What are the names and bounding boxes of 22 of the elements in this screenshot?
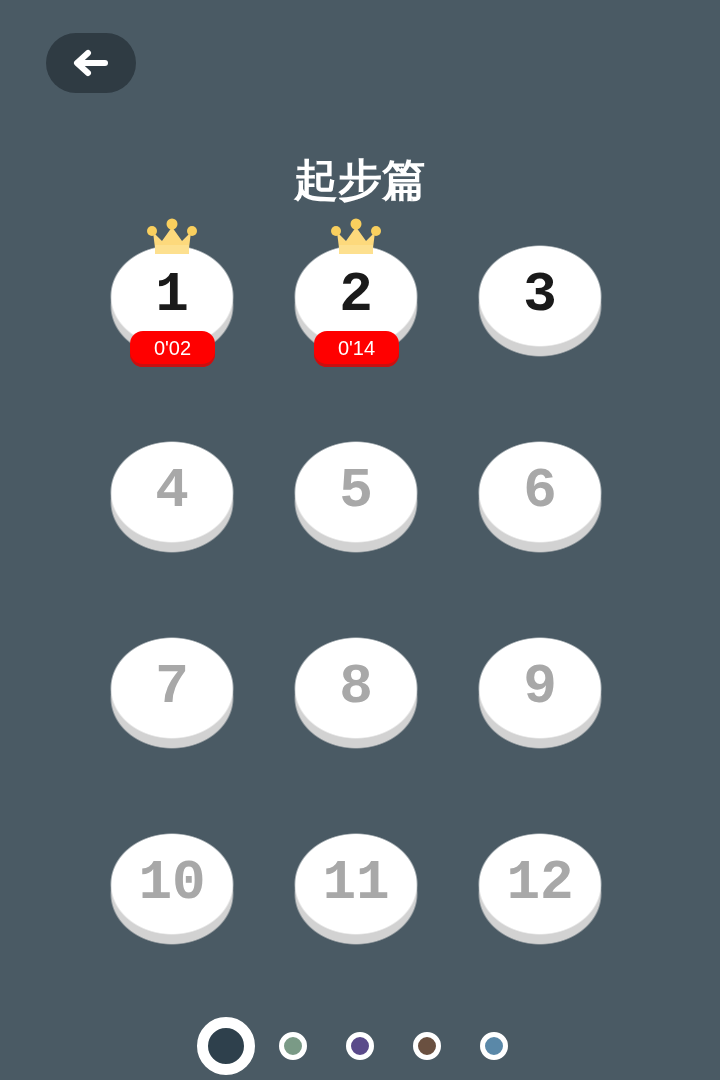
level-button[interactable]: 2 0'14 bbox=[294, 218, 418, 367]
page-dot[interactable] bbox=[413, 1032, 441, 1060]
level-button[interactable]: 8 bbox=[294, 637, 418, 749]
back-arrow-icon bbox=[73, 49, 109, 77]
best-time-badge: 0'14 bbox=[314, 331, 399, 367]
page-dot[interactable] bbox=[279, 1032, 307, 1060]
level-button[interactable]: 3 bbox=[478, 245, 602, 357]
level-button[interactable]: 11 bbox=[294, 833, 418, 945]
level-button[interactable]: 5 bbox=[294, 441, 418, 553]
level-button[interactable]: 7 bbox=[110, 637, 234, 749]
page-dot[interactable] bbox=[197, 1017, 255, 1075]
level-button[interactable]: 10 bbox=[110, 833, 234, 945]
back-button[interactable] bbox=[46, 33, 136, 93]
level-button[interactable]: 9 bbox=[478, 637, 602, 749]
best-time-badge: 0'02 bbox=[130, 331, 215, 367]
level-button[interactable]: 12 bbox=[478, 833, 602, 945]
level-button[interactable]: 6 bbox=[478, 441, 602, 553]
page-title: 起步篇 bbox=[294, 154, 426, 206]
page-dot[interactable] bbox=[480, 1032, 508, 1060]
level-button[interactable]: 4 bbox=[110, 441, 234, 553]
level-button[interactable]: 1 0'02 bbox=[110, 218, 234, 367]
page-dot[interactable] bbox=[346, 1032, 374, 1060]
